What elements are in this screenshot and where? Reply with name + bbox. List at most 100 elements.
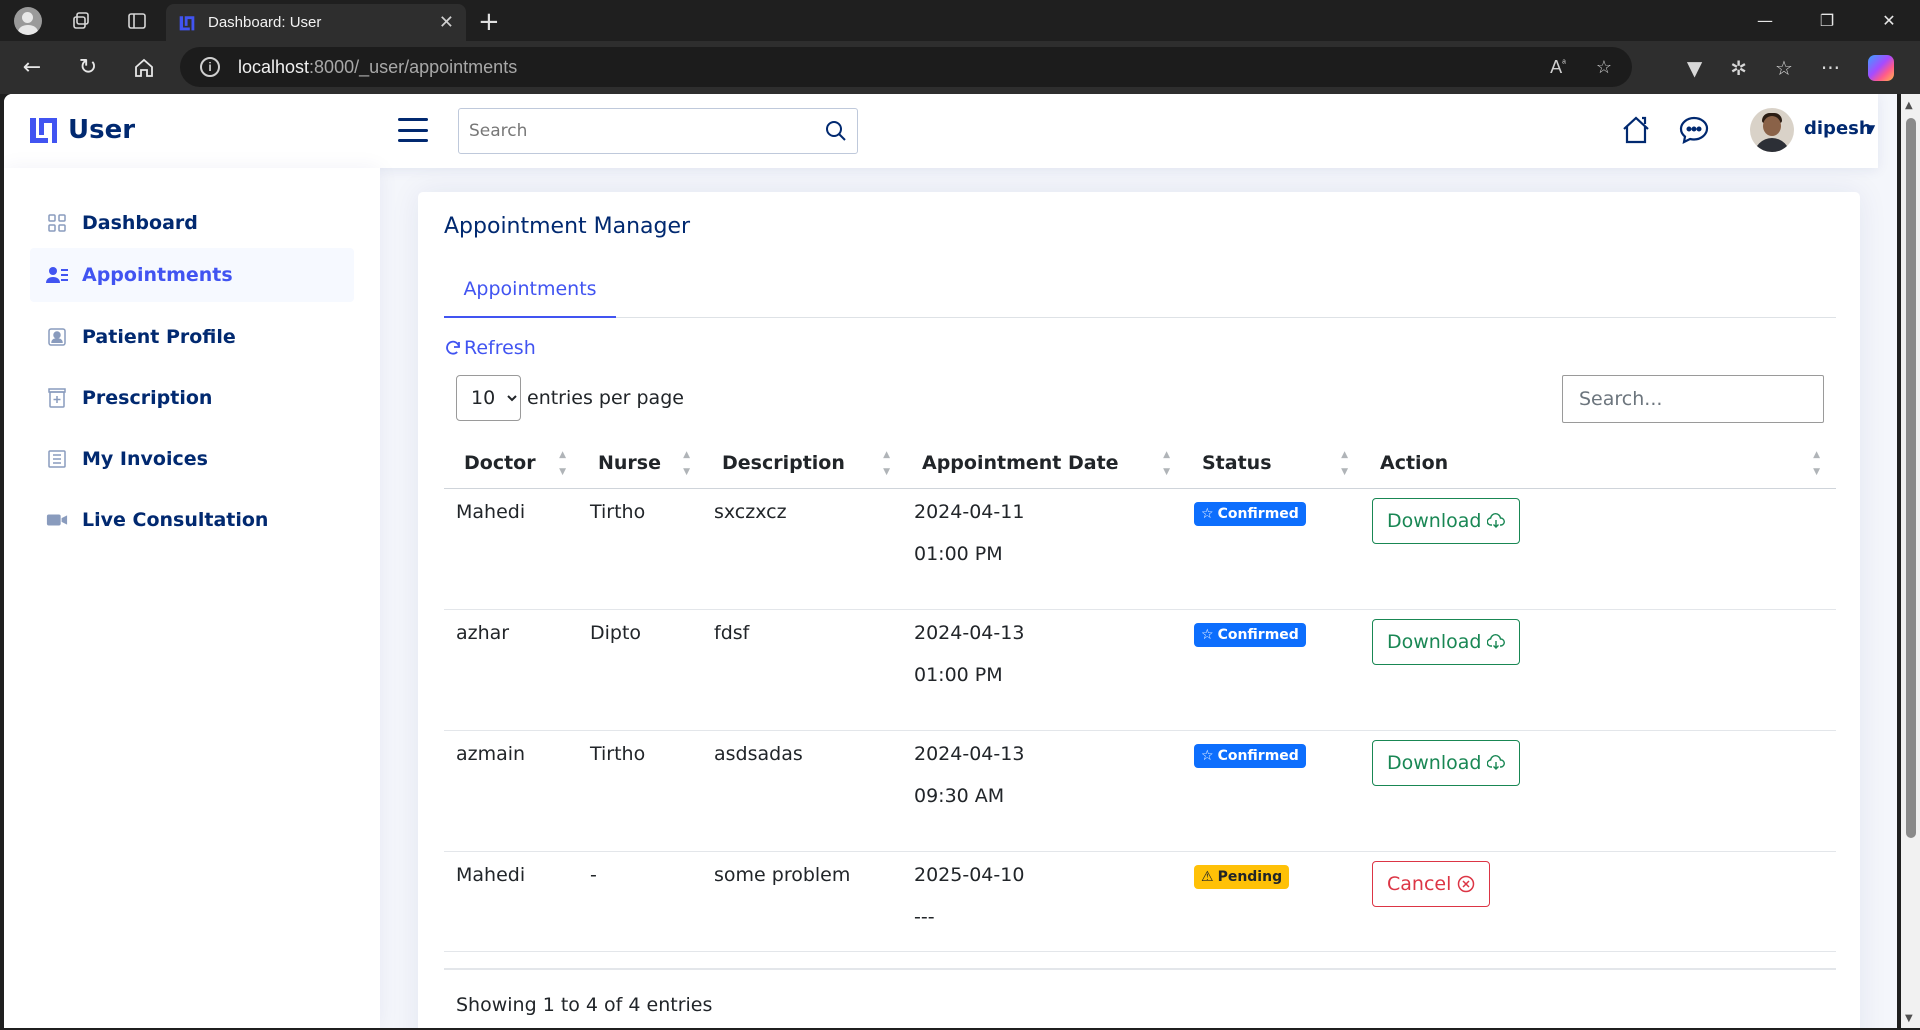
more-menu-icon[interactable]: ··· — [1821, 56, 1840, 80]
download-button[interactable]: Download — [1372, 618, 1521, 665]
download-button[interactable]: Download — [1372, 739, 1521, 786]
table-row: Mahedi - some problem 2025-04-10 --- ⚠ Pen… — [444, 851, 1836, 952]
user-avatar[interactable] — [1750, 108, 1794, 152]
people-list-icon — [46, 264, 68, 286]
site-info-icon[interactable]: i — [200, 57, 220, 77]
back-icon[interactable]: ← — [4, 48, 60, 88]
column-header-nurse[interactable]: Nurse ▲ ▼ — [578, 438, 702, 489]
minimize-icon[interactable]: — — [1734, 0, 1796, 41]
sort-arrows-icon: ▲ ▼ — [883, 450, 890, 477]
sidebar-item-label: Patient Profile — [82, 326, 236, 348]
scroll-up-icon[interactable]: ▲ — [1905, 100, 1913, 111]
home-nav-icon[interactable] — [1620, 114, 1652, 146]
appointment-time: 09:30 AM — [914, 784, 1005, 807]
cell-appointment-date: 2024-04-13 09:30 AM — [902, 730, 1182, 852]
page-scrollbar[interactable]: ▲ ▼ — [1901, 94, 1920, 1028]
favorites-list-icon[interactable]: ☆ — [1775, 56, 1793, 80]
table-info-text: Showing 1 to 4 of 4 entries — [456, 994, 713, 1016]
sidebar-toggle-icon[interactable] — [398, 118, 428, 142]
address-bar[interactable]: i localhost:8000/_user/appointments Aᵃ ☆ — [180, 47, 1632, 87]
x-circle-icon — [1458, 875, 1475, 892]
messages-icon[interactable] — [1678, 114, 1710, 146]
favorite-star-icon[interactable]: ☆ — [1596, 57, 1612, 78]
sidebar-item-appointments[interactable]: Appointments — [30, 248, 354, 302]
sidebar-item-patient-profile[interactable]: Patient Profile — [30, 310, 354, 364]
tab-strip: Appointments — [444, 276, 1836, 318]
extensions-puzzle-icon[interactable]: ✲ — [1730, 56, 1747, 80]
refresh-icon — [446, 340, 460, 355]
tab-close-icon[interactable]: ✕ — [439, 12, 454, 33]
column-header-status[interactable]: Status ▲ ▼ — [1182, 438, 1360, 489]
appointment-date: 2024-04-11 — [914, 500, 1025, 523]
table-search-input[interactable] — [1562, 375, 1824, 423]
cell-action: Cancel — [1360, 851, 1836, 952]
cell-status: ☆ Confirmed — [1182, 730, 1360, 852]
cell-action: Download — [1360, 609, 1836, 731]
status-badge: ☆ Confirmed — [1194, 743, 1306, 768]
cell-doctor: azhar — [444, 609, 578, 731]
cell-doctor: azmain — [444, 730, 578, 852]
read-aloud-icon[interactable]: Aᵃ — [1550, 57, 1566, 78]
reload-icon[interactable]: ↻ — [60, 48, 116, 88]
cell-appointment-date: 2024-04-11 01:00 PM — [902, 488, 1182, 610]
copilot-icon[interactable] — [1868, 54, 1894, 81]
browser-toolbar: ← ↻ i localhost:8000/_user/appointments … — [0, 41, 1920, 94]
sort-arrows-icon: ▲ ▼ — [1163, 450, 1170, 477]
sidebar-item-label: Prescription — [82, 387, 213, 409]
browser-profile-icon[interactable] — [14, 6, 42, 35]
video-camera-icon — [46, 509, 68, 531]
appointment-time: --- — [914, 905, 935, 928]
cloud-download-icon — [1487, 633, 1506, 649]
url-path: :8000/_user/appointments — [309, 56, 518, 77]
logo-mark-icon — [30, 118, 57, 143]
scroll-down-icon[interactable]: ▼ — [1905, 1013, 1913, 1024]
sort-arrows-icon: ▲ ▼ — [1341, 450, 1348, 477]
grid-icon — [46, 212, 68, 234]
sidebar-item-my-invoices[interactable]: My Invoices — [30, 432, 354, 486]
status-badge: ☆ Confirmed — [1194, 622, 1306, 647]
home-icon[interactable] — [116, 48, 172, 88]
new-tab-icon[interactable]: + — [478, 7, 500, 37]
app-logo[interactable]: User — [28, 114, 135, 146]
tab-actions-icon[interactable] — [124, 8, 150, 34]
appointment-date: 2024-04-13 — [914, 621, 1025, 644]
table-footer-divider — [444, 968, 1836, 970]
header-search-input[interactable] — [469, 121, 825, 141]
appointments-table: Doctor ▲ ▼ Nurse ▲ ▼ Description ▲ ▼ Appointme… — [444, 438, 1836, 952]
column-header-appointment-date[interactable]: Appointment Date ▲ ▼ — [902, 438, 1182, 489]
entries-per-page-select[interactable]: 10 — [456, 375, 521, 421]
sort-arrows-icon: ▲ ▼ — [559, 450, 566, 477]
workspaces-icon[interactable] — [68, 8, 94, 34]
window-close-icon[interactable]: ✕ — [1858, 0, 1920, 41]
table-header-row: Doctor ▲ ▼ Nurse ▲ ▼ Description ▲ ▼ Appointme… — [444, 438, 1836, 489]
column-header-doctor[interactable]: Doctor ▲ ▼ — [444, 438, 578, 489]
cancel-button[interactable]: Cancel — [1372, 860, 1491, 907]
sort-arrows-icon: ▲ ▼ — [1813, 450, 1820, 477]
sort-arrows-icon: ▲ ▼ — [683, 450, 690, 477]
user-name[interactable]: dipesh — [1804, 118, 1872, 139]
page-viewport: User dipesh ▼ Dashboard Appointments — [4, 94, 1897, 1028]
vpn-extension-icon[interactable]: ▼ — [1687, 56, 1702, 80]
restore-icon[interactable]: ❐ — [1796, 0, 1858, 41]
column-header-description[interactable]: Description ▲ ▼ — [702, 438, 902, 489]
tab-appointments[interactable]: Appointments — [444, 276, 616, 318]
cell-nurse: Tirtho — [578, 488, 702, 610]
cell-appointment-date: 2025-04-10 --- — [902, 851, 1182, 952]
refresh-button[interactable]: Refresh — [444, 337, 536, 359]
user-menu-caret-icon[interactable]: ▼ — [1866, 122, 1875, 136]
entries-per-page-label: entries per page — [527, 387, 684, 409]
download-button[interactable]: Download — [1372, 497, 1521, 544]
window-controls: — ❐ ✕ — [1734, 0, 1920, 41]
sidebar-item-prescription[interactable]: Prescription — [30, 371, 354, 425]
sidebar-item-live-consultation[interactable]: Live Consultation — [30, 493, 354, 547]
browser-tab-active[interactable]: Dashboard: User ✕ — [166, 4, 466, 41]
app-header: User dipesh ▼ — [4, 94, 1878, 168]
table-row: azhar Dipto fdsf 2024-04-13 01:00 PM ☆ Con… — [444, 609, 1836, 731]
scrollbar-thumb[interactable] — [1906, 118, 1916, 838]
table-row: azmain Tirtho asdsadas 2024-04-13 09:30 A… — [444, 730, 1836, 852]
sidebar-item-dashboard[interactable]: Dashboard — [30, 196, 354, 250]
site-favicon-icon — [179, 15, 195, 30]
search-icon[interactable] — [825, 120, 847, 142]
cloud-download-icon — [1487, 754, 1506, 770]
column-header-action[interactable]: Action ▲ ▼ — [1360, 438, 1836, 489]
